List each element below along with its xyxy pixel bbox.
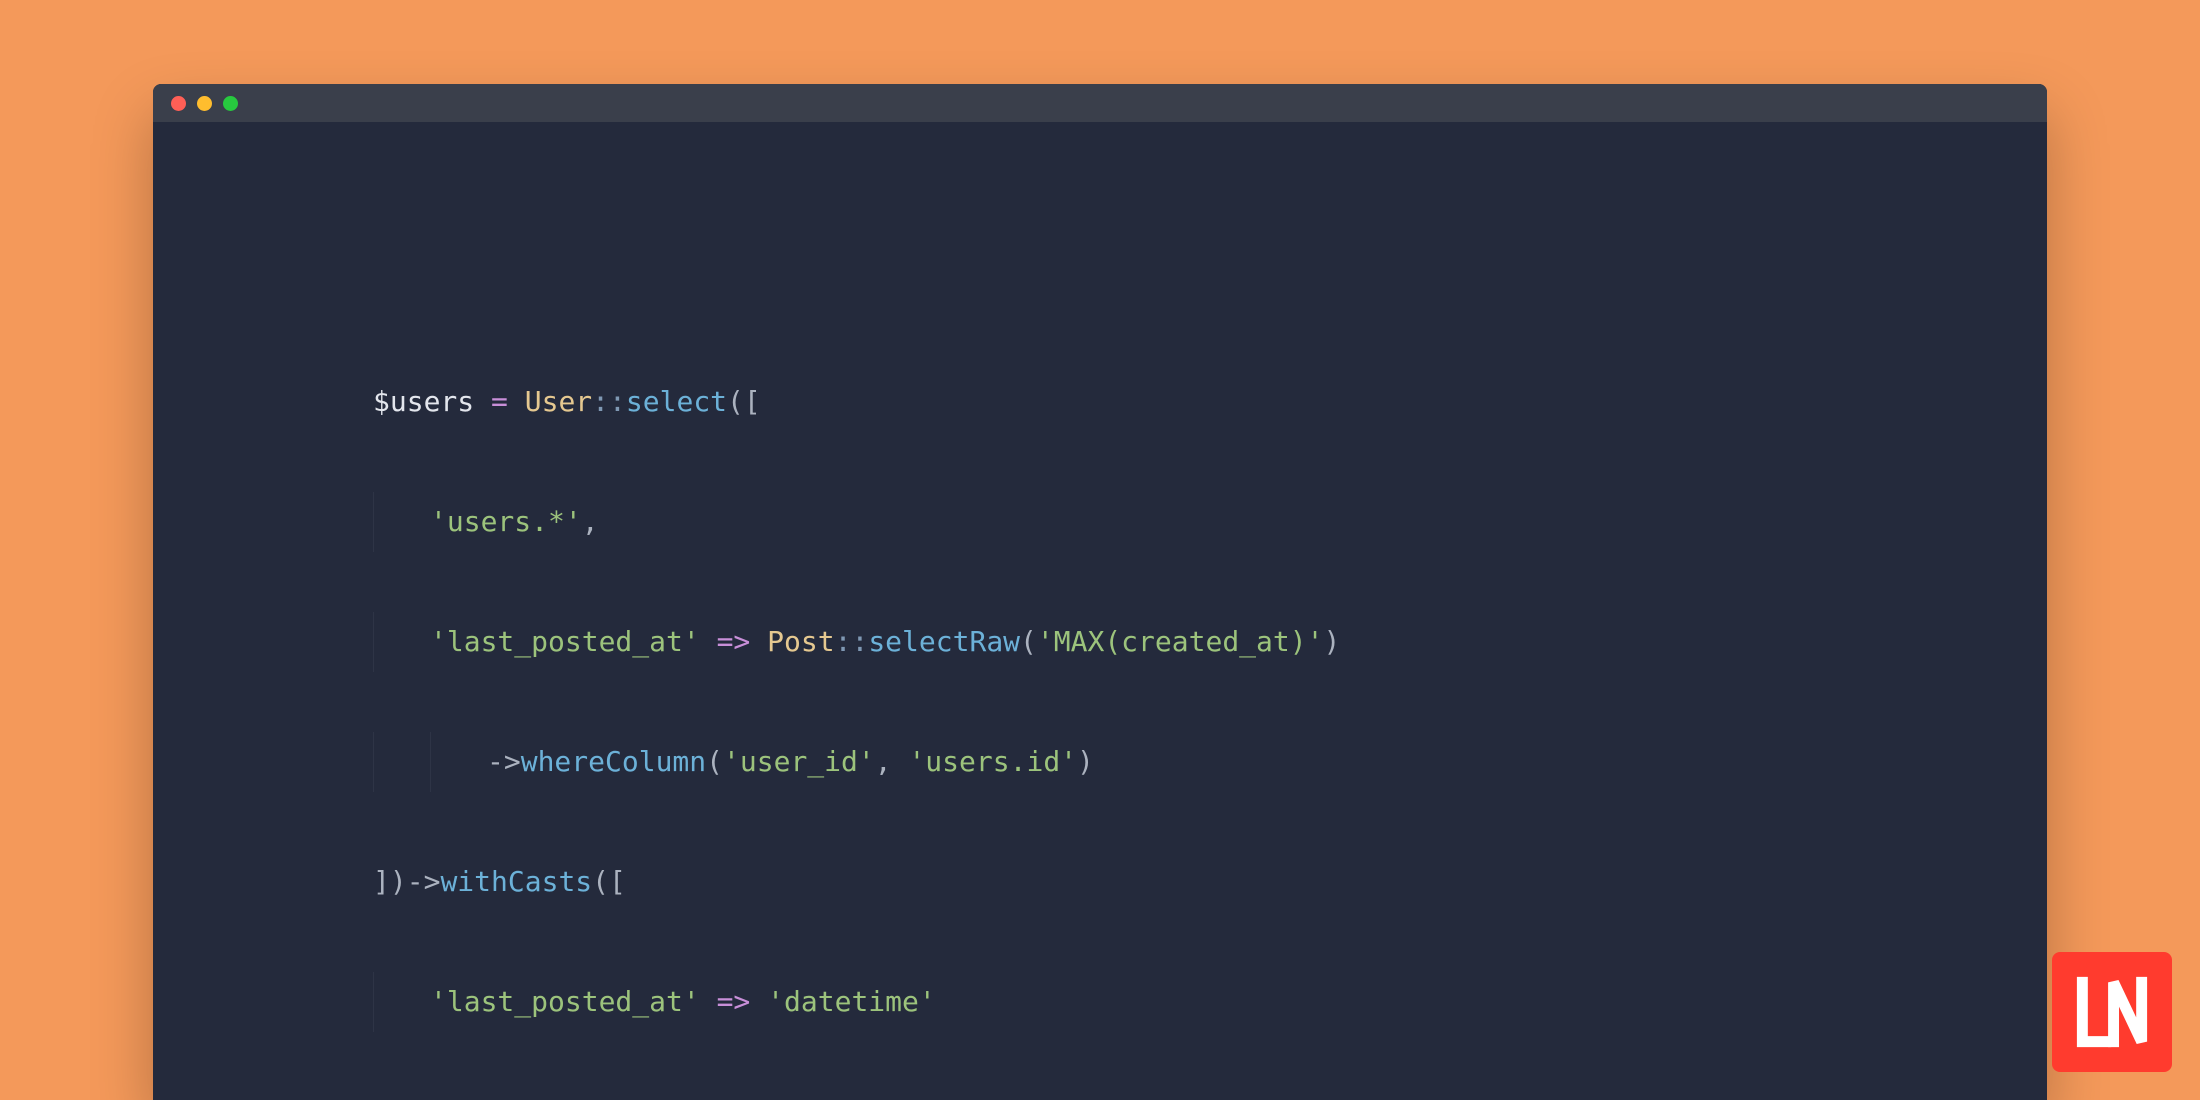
token-punct: ]) (373, 865, 407, 898)
code-line-6: 'last_posted_at' => 'datetime' (373, 972, 2047, 1032)
token-scope: :: (835, 625, 869, 658)
code-line-1: $users = User::select([ (373, 372, 2047, 432)
indent-guide (373, 972, 430, 1032)
token-string: 'users.id' (908, 745, 1077, 778)
indent-guide (373, 732, 430, 792)
token-string: 'users.*' (430, 505, 582, 538)
code-line-2: 'users.*', (373, 492, 2047, 552)
code-line-7: ])->get(); (373, 1092, 2047, 1100)
token-variable: $users (373, 385, 474, 418)
token-string: 'MAX(created_at)' (1037, 625, 1324, 658)
token-punct: , (875, 745, 909, 778)
traffic-light-minimize-icon[interactable] (197, 96, 212, 111)
token-string: 'last_posted_at' (430, 625, 700, 658)
token-assign: = (474, 385, 525, 418)
token-string: 'datetime' (767, 985, 936, 1018)
token-arrow-fat: => (700, 625, 767, 658)
code-window: $users = User::select([ 'users.*', 'last… (153, 84, 2047, 1100)
token-method: selectRaw (868, 625, 1020, 658)
token-class: User (525, 385, 592, 418)
indent-guide (373, 612, 430, 672)
token-punct: ([ (727, 385, 761, 418)
token-punct: ( (706, 745, 723, 778)
code-line-4: ->whereColumn('user_id', 'users.id') (373, 732, 2047, 792)
stage: $users = User::select([ 'users.*', 'last… (0, 0, 2200, 1100)
token-arrow: -> (407, 865, 441, 898)
token-string: 'user_id' (723, 745, 875, 778)
token-punct: ) (1077, 745, 1094, 778)
token-method: withCasts (440, 865, 592, 898)
token-punct: , (582, 505, 599, 538)
code-line-5: ])->withCasts([ (373, 852, 2047, 912)
logo-ln-icon (2073, 973, 2151, 1051)
token-arrow-fat: => (700, 985, 767, 1018)
token-method: select (626, 385, 727, 418)
indent-guide (373, 492, 430, 552)
token-punct: ([ (592, 865, 626, 898)
token-string: 'last_posted_at' (430, 985, 700, 1018)
token-punct: ( (1020, 625, 1037, 658)
code-line-3: 'last_posted_at' => Post::selectRaw('MAX… (373, 612, 2047, 672)
code-editor: $users = User::select([ 'users.*', 'last… (153, 122, 2047, 1100)
traffic-light-close-icon[interactable] (171, 96, 186, 111)
traffic-light-zoom-icon[interactable] (223, 96, 238, 111)
window-titlebar (153, 84, 2047, 122)
token-punct: ) (1323, 625, 1340, 658)
token-arrow: -> (487, 745, 521, 778)
brand-logo (2052, 952, 2172, 1072)
token-method: whereColumn (521, 745, 706, 778)
token-class: Post (767, 625, 834, 658)
indent-guide (430, 732, 487, 792)
token-scope: :: (592, 385, 626, 418)
